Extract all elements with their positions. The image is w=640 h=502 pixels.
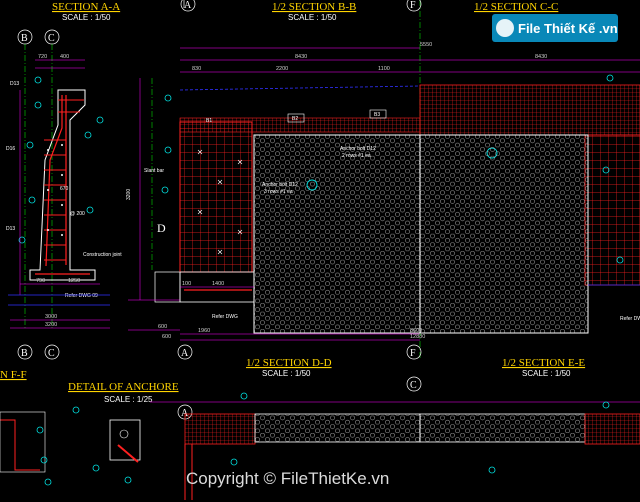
label-refer-dwg2: Refer DWG: [212, 314, 238, 320]
grid-label-f-top: F: [410, 0, 416, 11]
grid-label-b: B: [21, 33, 28, 44]
cad-drawing: SECTION A-A SCALE : 1/50 B C 720 400 D13…: [0, 0, 640, 500]
dim-1250: 1250: [68, 278, 80, 284]
grid-label-f2: F: [410, 348, 416, 359]
dim-3200: 3200: [45, 322, 57, 328]
dim-5550: 5550: [420, 42, 432, 48]
section-b-b-scale: SCALE : 1/50: [288, 13, 337, 22]
dim-600b: 600: [162, 334, 171, 340]
section-d-small: D 3200 Slant bar 600: [126, 78, 181, 331]
grid-label-c2: C: [48, 348, 55, 359]
section-a-a-scale: SCALE : 1/50: [62, 13, 111, 22]
watermark-logo: File Thiết Kế .vn: [492, 14, 618, 42]
section-e-e-title: 1/2 SECTION E-E: [502, 357, 585, 369]
anchor-scale: SCALE : 1/25: [104, 395, 153, 404]
grid-label-c3: C: [410, 380, 417, 391]
dim-830: 830: [192, 66, 201, 72]
label-refer-dwg: Refer DWG 09: [65, 293, 98, 299]
grid-label-c: C: [48, 33, 55, 44]
dim-790: 790: [36, 278, 45, 284]
label-refer-dwg3: Refer DWG: [620, 316, 640, 322]
grid-label-a-top: A: [184, 0, 192, 11]
label-anchor-bolt2: Anchor bolt D12: [262, 182, 298, 188]
section-c-c: 1/2 SECTION C-C 8430 Refer DWG: [419, 1, 640, 334]
dim-670: 670: [60, 186, 69, 192]
section-f-f-title: N F-F: [0, 369, 27, 381]
label-at200-a: @ 200: [70, 211, 85, 217]
logo-text: File Thiết Kế .vn: [518, 21, 618, 36]
dim-3200v: 3200: [126, 189, 132, 200]
anchor-title: DETAIL OF ANCHORE: [68, 381, 179, 393]
section-e-e-scale: SCALE : 1/50: [522, 369, 571, 378]
section-a-a: SECTION A-A SCALE : 1/50 B C 720 400 D13…: [6, 1, 122, 330]
label-d13-a2: D13: [6, 226, 15, 232]
copyright-text: Copyright © FileThietKe.vn: [186, 469, 389, 488]
grid-label-a2: A: [181, 348, 189, 359]
section-b-b-title: 1/2 SECTION B-B: [272, 1, 356, 13]
label-anchor-bolt: Anchor bolt D12: [340, 146, 376, 152]
grid-label-b2: B: [21, 348, 28, 359]
section-c-c-title: 1/2 SECTION C-C: [474, 1, 558, 13]
label-d16-a: D16: [6, 146, 15, 152]
label-b1: B1: [206, 118, 212, 124]
anchor-detail: [72, 406, 141, 484]
dim-12880: 12880: [410, 334, 425, 340]
label-three-rows: 3 rows #1 ea: [264, 189, 293, 195]
label-construction-joint: Construction joint: [83, 252, 122, 258]
dim-1400: 1400: [212, 281, 224, 287]
section-d-d-scale: SCALE : 1/50: [262, 369, 311, 378]
dim-3000: 3000: [45, 314, 57, 320]
section-a-a-title: SECTION A-A: [52, 1, 120, 13]
section-f-f: [0, 411, 52, 486]
label-two-rows: 2 rows #1 ea: [342, 153, 371, 159]
dim-b-b-width: 8430: [295, 54, 307, 60]
label-d: D: [157, 221, 166, 235]
dim-1960: 1960: [198, 328, 210, 334]
dim-c-c-width: 8430: [535, 54, 547, 60]
dim-2200: 2200: [276, 66, 288, 72]
dim-720: 720: [38, 54, 47, 60]
label-d13-a: D13: [10, 81, 19, 87]
dim-400: 400: [60, 54, 69, 60]
label-slant-bar: Slant bar: [144, 168, 164, 174]
section-d-d-title: 1/2 SECTION D-D: [246, 357, 332, 369]
bottom-titles: N F-F DETAIL OF ANCHORE SCALE : 1/25 1/2…: [0, 357, 585, 404]
dim-100: 100: [182, 281, 191, 287]
label-b3: B3: [374, 112, 380, 118]
dim-1100: 1100: [378, 66, 390, 72]
label-b2: B2: [292, 116, 298, 122]
dim-600: 600: [158, 324, 167, 330]
